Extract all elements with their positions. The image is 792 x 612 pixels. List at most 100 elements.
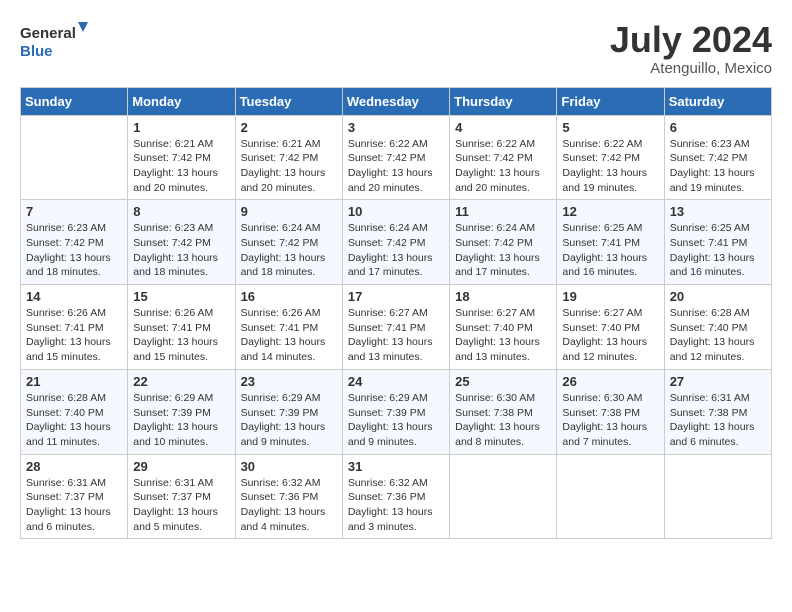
day-number: 21: [26, 374, 122, 389]
logo: General Blue: [20, 20, 90, 62]
calendar-table: SundayMondayTuesdayWednesdayThursdayFrid…: [20, 87, 772, 540]
calendar-cell: 23 Sunrise: 6:29 AM Sunset: 7:39 PM Dayli…: [235, 369, 342, 454]
calendar-cell: 4 Sunrise: 6:22 AM Sunset: 7:42 PM Daylig…: [450, 115, 557, 200]
calendar-header-row: SundayMondayTuesdayWednesdayThursdayFrid…: [21, 87, 772, 115]
logo-svg: General Blue: [20, 20, 90, 62]
calendar-cell: 3 Sunrise: 6:22 AM Sunset: 7:42 PM Daylig…: [342, 115, 449, 200]
calendar-week-row: 7 Sunrise: 6:23 AM Sunset: 7:42 PM Daylig…: [21, 200, 772, 285]
calendar-week-row: 28Sunrise: 6:31 AM Sunset: 7:37 PM Dayli…: [21, 454, 772, 539]
day-info: Sunrise: 6:27 AM Sunset: 7:40 PM Dayligh…: [562, 306, 658, 365]
day-number: 3: [348, 120, 444, 135]
svg-text:Blue: Blue: [20, 43, 53, 60]
day-info: Sunrise: 6:29 AM Sunset: 7:39 PM Dayligh…: [348, 391, 444, 450]
day-info: Sunrise: 6:23 AM Sunset: 7:42 PM Dayligh…: [26, 221, 122, 280]
calendar-cell: 8Sunrise: 6:23 AM Sunset: 7:42 PM Daylig…: [128, 200, 235, 285]
day-number: 20: [670, 289, 766, 304]
calendar-cell: 26Sunrise: 6:30 AM Sunset: 7:38 PM Dayli…: [557, 369, 664, 454]
calendar-cell: 17Sunrise: 6:27 AM Sunset: 7:41 PM Dayli…: [342, 285, 449, 370]
day-number: 18: [455, 289, 551, 304]
calendar-cell: 9Sunrise: 6:24 AM Sunset: 7:42 PM Daylig…: [235, 200, 342, 285]
day-number: 5: [562, 120, 658, 135]
day-number: 29: [133, 459, 229, 474]
day-number: 30: [241, 459, 337, 474]
title-area: July 2024 Atenguillo, Mexico: [610, 20, 772, 77]
calendar-cell: 31 Sunrise: 6:32 AM Sunset: 7:36 PM Dayli…: [342, 454, 449, 539]
day-info: Sunrise: 6:29 AM Sunset: 7:39 PM Dayligh…: [241, 391, 337, 450]
day-number: 31: [348, 459, 444, 474]
day-number: 1: [133, 120, 229, 135]
day-info: Sunrise: 6:28 AM Sunset: 7:40 PM Dayligh…: [670, 306, 766, 365]
calendar-cell: 10 Sunrise: 6:24 AM Sunset: 7:42 PM Dayli…: [342, 200, 449, 285]
day-info: Sunrise: 6:22 AM Sunset: 7:42 PM Dayligh…: [348, 137, 444, 196]
calendar-cell: 1Sunrise: 6:21 AM Sunset: 7:42 PM Daylig…: [128, 115, 235, 200]
day-info: Sunrise: 6:32 AM Sunset: 7:36 PM Dayligh…: [241, 476, 337, 535]
day-number: 8: [133, 204, 229, 219]
page-header: General Blue July 2024 Atenguillo, Mexic…: [20, 20, 772, 77]
day-number: 27: [670, 374, 766, 389]
location-subtitle: Atenguillo, Mexico: [610, 60, 772, 77]
day-info: Sunrise: 6:27 AM Sunset: 7:40 PM Dayligh…: [455, 306, 551, 365]
day-info: Sunrise: 6:22 AM Sunset: 7:42 PM Dayligh…: [455, 137, 551, 196]
calendar-cell: 14 Sunrise: 6:26 AM Sunset: 7:41 PM Dayli…: [21, 285, 128, 370]
calendar-week-row: 21 Sunrise: 6:28 AM Sunset: 7:40 PM Dayli…: [21, 369, 772, 454]
day-number: 14: [26, 289, 122, 304]
calendar-cell: 11Sunrise: 6:24 AM Sunset: 7:42 PM Dayli…: [450, 200, 557, 285]
calendar-week-row: 1Sunrise: 6:21 AM Sunset: 7:42 PM Daylig…: [21, 115, 772, 200]
day-number: 19: [562, 289, 658, 304]
calendar-cell: 13 Sunrise: 6:25 AM Sunset: 7:41 PM Dayli…: [664, 200, 771, 285]
day-info: Sunrise: 6:31 AM Sunset: 7:37 PM Dayligh…: [133, 476, 229, 535]
day-number: 11: [455, 204, 551, 219]
calendar-cell: 29 Sunrise: 6:31 AM Sunset: 7:37 PM Dayli…: [128, 454, 235, 539]
calendar-cell: 30 Sunrise: 6:32 AM Sunset: 7:36 PM Dayli…: [235, 454, 342, 539]
day-info: Sunrise: 6:31 AM Sunset: 7:37 PM Dayligh…: [26, 476, 122, 535]
day-info: Sunrise: 6:32 AM Sunset: 7:36 PM Dayligh…: [348, 476, 444, 535]
day-info: Sunrise: 6:26 AM Sunset: 7:41 PM Dayligh…: [26, 306, 122, 365]
calendar-cell: 7 Sunrise: 6:23 AM Sunset: 7:42 PM Daylig…: [21, 200, 128, 285]
day-number: 10: [348, 204, 444, 219]
day-info: Sunrise: 6:24 AM Sunset: 7:42 PM Dayligh…: [241, 221, 337, 280]
day-number: 26: [562, 374, 658, 389]
day-number: 22: [133, 374, 229, 389]
day-number: 7: [26, 204, 122, 219]
calendar-cell: 21 Sunrise: 6:28 AM Sunset: 7:40 PM Dayli…: [21, 369, 128, 454]
day-number: 4: [455, 120, 551, 135]
day-number: 16: [241, 289, 337, 304]
calendar-week-row: 14 Sunrise: 6:26 AM Sunset: 7:41 PM Dayli…: [21, 285, 772, 370]
day-info: Sunrise: 6:27 AM Sunset: 7:41 PM Dayligh…: [348, 306, 444, 365]
day-header-sunday: Sunday: [21, 87, 128, 115]
calendar-cell: 19 Sunrise: 6:27 AM Sunset: 7:40 PM Dayli…: [557, 285, 664, 370]
calendar-cell: 12Sunrise: 6:25 AM Sunset: 7:41 PM Dayli…: [557, 200, 664, 285]
calendar-cell: 22 Sunrise: 6:29 AM Sunset: 7:39 PM Dayli…: [128, 369, 235, 454]
day-header-friday: Friday: [557, 87, 664, 115]
day-header-monday: Monday: [128, 87, 235, 115]
calendar-cell: [664, 454, 771, 539]
day-info: Sunrise: 6:28 AM Sunset: 7:40 PM Dayligh…: [26, 391, 122, 450]
calendar-cell: 24 Sunrise: 6:29 AM Sunset: 7:39 PM Dayli…: [342, 369, 449, 454]
calendar-cell: 18 Sunrise: 6:27 AM Sunset: 7:40 PM Dayli…: [450, 285, 557, 370]
calendar-cell: 25Sunrise: 6:30 AM Sunset: 7:38 PM Dayli…: [450, 369, 557, 454]
day-number: 12: [562, 204, 658, 219]
calendar-cell: 6Sunrise: 6:23 AM Sunset: 7:42 PM Daylig…: [664, 115, 771, 200]
calendar-cell: 28Sunrise: 6:31 AM Sunset: 7:37 PM Dayli…: [21, 454, 128, 539]
day-number: 15: [133, 289, 229, 304]
day-number: 13: [670, 204, 766, 219]
day-info: Sunrise: 6:31 AM Sunset: 7:38 PM Dayligh…: [670, 391, 766, 450]
calendar-cell: [557, 454, 664, 539]
svg-text:General: General: [20, 25, 76, 42]
day-info: Sunrise: 6:23 AM Sunset: 7:42 PM Dayligh…: [670, 137, 766, 196]
calendar-cell: 16 Sunrise: 6:26 AM Sunset: 7:41 PM Dayli…: [235, 285, 342, 370]
day-header-thursday: Thursday: [450, 87, 557, 115]
day-header-tuesday: Tuesday: [235, 87, 342, 115]
day-info: Sunrise: 6:29 AM Sunset: 7:39 PM Dayligh…: [133, 391, 229, 450]
day-info: Sunrise: 6:24 AM Sunset: 7:42 PM Dayligh…: [348, 221, 444, 280]
day-info: Sunrise: 6:25 AM Sunset: 7:41 PM Dayligh…: [670, 221, 766, 280]
day-info: Sunrise: 6:26 AM Sunset: 7:41 PM Dayligh…: [133, 306, 229, 365]
day-info: Sunrise: 6:26 AM Sunset: 7:41 PM Dayligh…: [241, 306, 337, 365]
calendar-cell: [21, 115, 128, 200]
day-number: 24: [348, 374, 444, 389]
month-year-title: July 2024: [610, 20, 772, 60]
day-number: 23: [241, 374, 337, 389]
calendar-cell: 15 Sunrise: 6:26 AM Sunset: 7:41 PM Dayli…: [128, 285, 235, 370]
calendar-cell: 5Sunrise: 6:22 AM Sunset: 7:42 PM Daylig…: [557, 115, 664, 200]
day-number: 2: [241, 120, 337, 135]
